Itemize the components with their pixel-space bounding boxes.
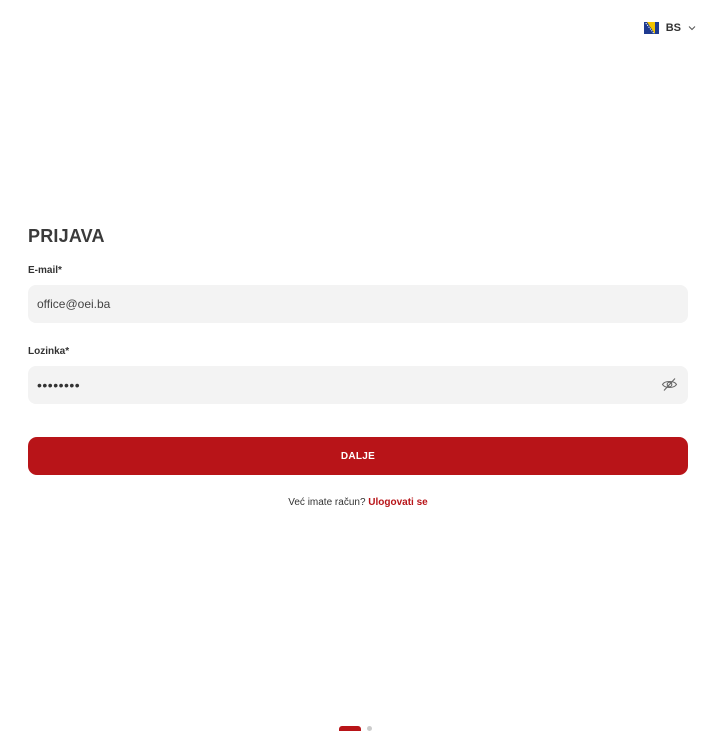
eye-off-icon[interactable] [661, 377, 678, 392]
login-form: PRIJAVA E-mail* office@oei.ba Lozinka* •… [28, 226, 688, 508]
password-label: Lozinka* [28, 346, 70, 357]
login-link[interactable]: Ulogovati se [368, 497, 427, 508]
helper-text: Već imate račun? [288, 497, 366, 508]
email-label: E-mail* [28, 265, 62, 276]
page-indicator [339, 726, 372, 731]
password-value: •••••••• [37, 377, 81, 393]
email-field[interactable]: office@oei.ba [28, 285, 688, 323]
chevron-down-icon [688, 26, 696, 31]
login-page: BS PRIJAVA E-mail* office@oei.ba Lozinka… [0, 0, 710, 731]
language-selector[interactable]: BS [643, 22, 696, 34]
page-title: PRIJAVA [28, 226, 105, 246]
password-field[interactable]: •••••••• [28, 366, 688, 404]
pager-dot-active[interactable] [339, 726, 361, 731]
login-helper: Već imate račun? Ulogovati se [28, 497, 688, 508]
bosnia-flag-icon [643, 22, 659, 34]
language-code: BS [665, 22, 681, 34]
email-value: office@oei.ba [37, 297, 111, 311]
pager-dot[interactable] [367, 726, 372, 731]
submit-button[interactable]: DALJE [28, 437, 688, 475]
